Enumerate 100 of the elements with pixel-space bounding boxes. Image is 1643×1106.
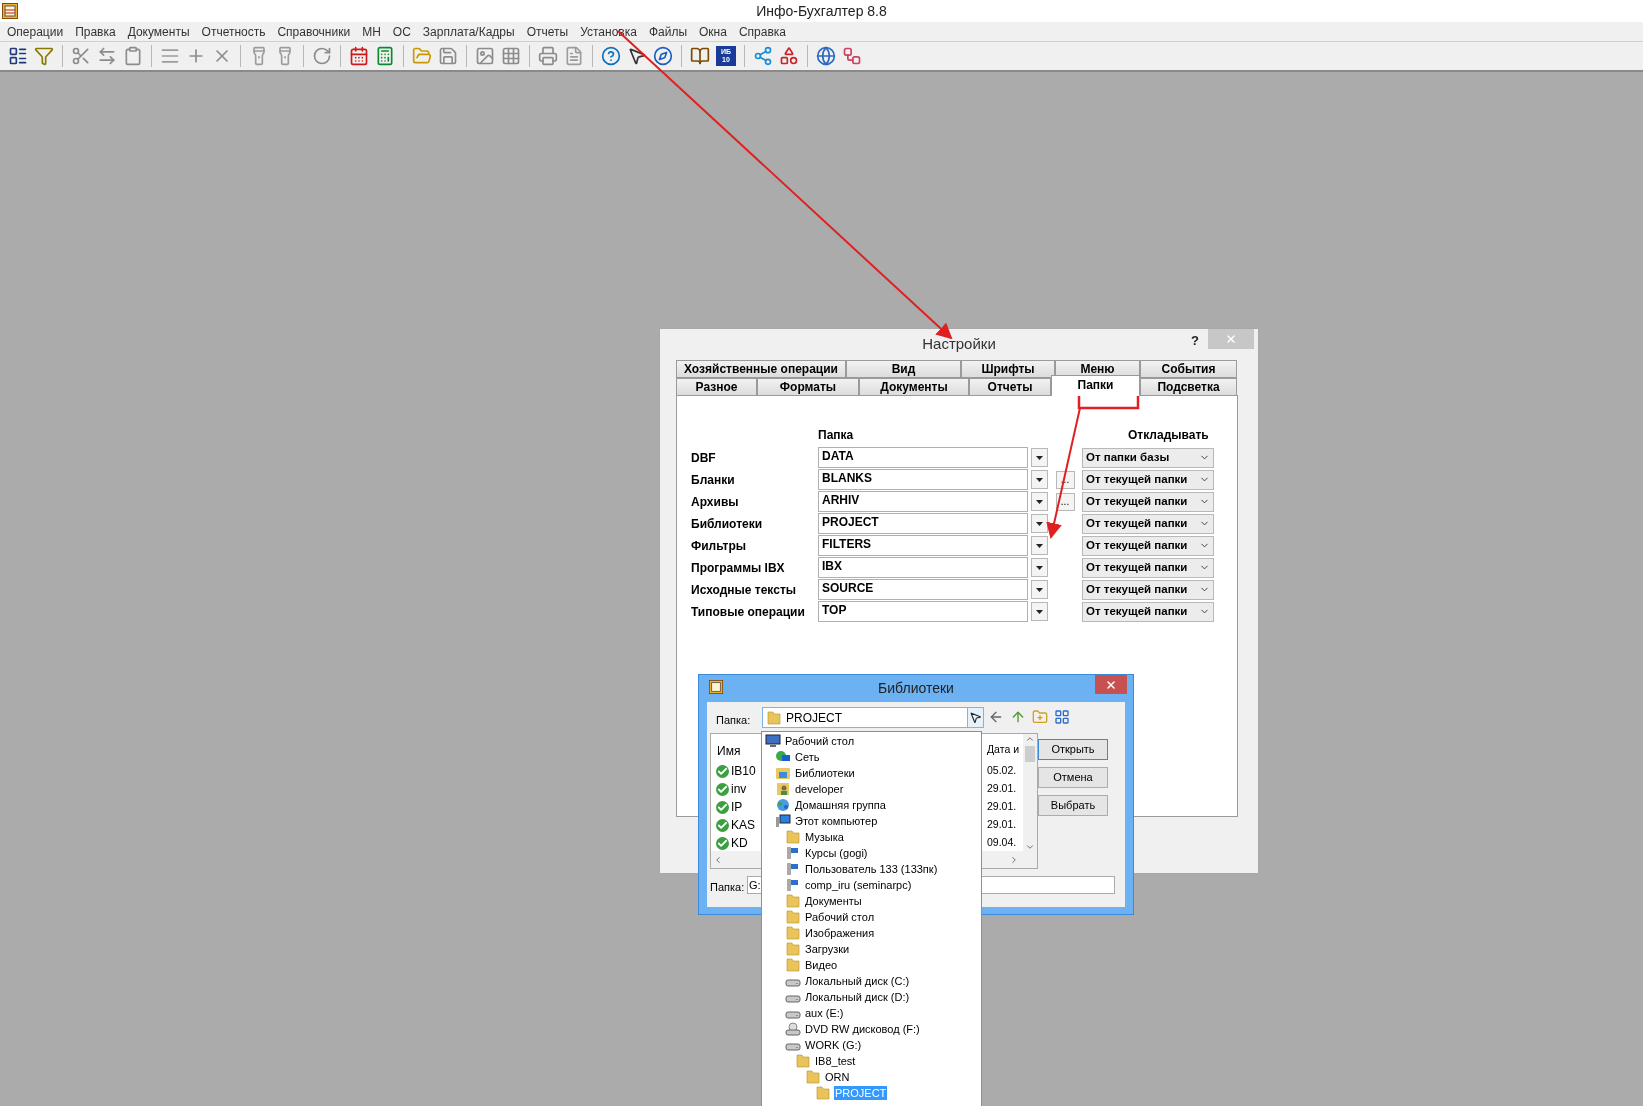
- calendar-icon[interactable]: [349, 46, 369, 66]
- folder-combobox[interactable]: PROJECT: [762, 707, 984, 728]
- dropdown-button[interactable]: [1031, 514, 1048, 533]
- up-folder-icon[interactable]: [1010, 709, 1026, 725]
- lines-icon[interactable]: [160, 46, 180, 66]
- defer-select[interactable]: От текущей папки: [1082, 469, 1214, 490]
- shapes-icon[interactable]: [779, 46, 799, 66]
- tab[interactable]: Форматы: [757, 378, 859, 396]
- defer-select[interactable]: От текущей папки: [1082, 557, 1214, 578]
- tree-item[interactable]: Пользователь 133 (133пк): [804, 862, 939, 876]
- file-name[interactable]: IP: [731, 798, 743, 816]
- scroll-left-icon[interactable]: [713, 854, 723, 865]
- document-icon[interactable]: [564, 46, 584, 66]
- filter-icon[interactable]: [34, 46, 54, 66]
- tree-item[interactable]: Документы: [804, 894, 863, 908]
- tab[interactable]: Разное: [676, 378, 757, 396]
- pointer-icon[interactable]: [627, 46, 647, 66]
- knot-icon[interactable]: [842, 46, 862, 66]
- scrollbar-thumb[interactable]: [1025, 746, 1035, 762]
- folder-field[interactable]: PROJECT: [818, 513, 1028, 534]
- clipboard-icon[interactable]: [123, 46, 143, 66]
- tree-item[interactable]: comp_iru (seminarpc): [804, 878, 913, 892]
- defer-select[interactable]: От текущей папки: [1082, 601, 1214, 622]
- scissors-icon[interactable]: [71, 46, 91, 66]
- help-icon[interactable]: [601, 46, 621, 66]
- tree-item[interactable]: ORN: [824, 1070, 851, 1084]
- save-icon[interactable]: [438, 46, 458, 66]
- tree-item[interactable]: Рабочий стол: [784, 734, 856, 748]
- globe-icon[interactable]: [816, 46, 836, 66]
- tree-item[interactable]: Этот компьютер: [794, 814, 879, 828]
- dropdown-button[interactable]: [1031, 470, 1048, 489]
- tree-item[interactable]: DVD RW дисковод (F:): [804, 1022, 921, 1036]
- defer-select[interactable]: От текущей папки: [1082, 491, 1214, 512]
- tree-item[interactable]: Изображения: [804, 926, 876, 940]
- menu-item[interactable]: Файлы: [642, 22, 693, 41]
- tree-item[interactable]: Домашняя группа: [794, 798, 887, 812]
- tree-item[interactable]: Локальный диск (D:): [804, 990, 911, 1004]
- defer-select[interactable]: От текущей папки: [1082, 579, 1214, 600]
- tree-item[interactable]: WORK (G:): [804, 1038, 863, 1052]
- dropdown-button[interactable]: [1031, 602, 1048, 621]
- file-name[interactable]: IB10: [731, 762, 756, 780]
- folder-field[interactable]: ARHIV: [818, 491, 1028, 512]
- scroll-right-icon[interactable]: [1009, 854, 1019, 865]
- tree-item[interactable]: Локальный диск (C:): [804, 974, 911, 988]
- menu-item[interactable]: МН: [356, 22, 387, 41]
- back-icon[interactable]: [988, 709, 1004, 725]
- tab[interactable]: Подсветка: [1140, 378, 1237, 396]
- tab[interactable]: Документы: [859, 378, 969, 396]
- menu-item[interactable]: Отчетность: [195, 22, 272, 41]
- close-button[interactable]: [1095, 675, 1127, 694]
- defer-select[interactable]: От текущей папки: [1082, 535, 1214, 556]
- tab[interactable]: Шрифты: [961, 360, 1055, 378]
- image-icon[interactable]: [475, 46, 495, 66]
- dropdown-button[interactable]: [1031, 536, 1048, 555]
- dialog-button[interactable]: Выбрать: [1038, 795, 1108, 816]
- menu-item[interactable]: Справочники: [271, 22, 357, 41]
- tree-item[interactable]: Загрузки: [804, 942, 851, 956]
- file-name[interactable]: KD: [731, 834, 748, 852]
- new-folder-icon[interactable]: [1032, 709, 1048, 725]
- file-name[interactable]: KAS: [731, 816, 755, 834]
- menu-item[interactable]: Справка: [732, 22, 792, 41]
- defer-select[interactable]: От текущей папки: [1082, 513, 1214, 534]
- tree-item[interactable]: Видео: [804, 958, 839, 972]
- dropdown-button[interactable]: [1031, 492, 1048, 511]
- menu-item[interactable]: ОС: [386, 22, 417, 41]
- folder-field[interactable]: FILTERS: [818, 535, 1028, 556]
- scroll-down-icon[interactable]: [1025, 842, 1035, 852]
- tab[interactable]: Хозяйственные операции: [676, 360, 846, 378]
- compass-icon[interactable]: [653, 46, 673, 66]
- tree-item[interactable]: Курсы (gogi): [804, 846, 869, 860]
- share-icon[interactable]: [753, 46, 773, 66]
- help-button[interactable]: ?: [1187, 331, 1203, 349]
- tab[interactable]: Отчеты: [969, 378, 1051, 396]
- scroll-up-icon[interactable]: [1025, 734, 1035, 744]
- menu-item[interactable]: Документы: [121, 22, 196, 41]
- folder-field[interactable]: DATA: [818, 447, 1028, 468]
- grid-icon[interactable]: [501, 46, 521, 66]
- menu-item[interactable]: Отчеты: [520, 22, 575, 41]
- file-name[interactable]: inv: [731, 780, 747, 798]
- menu-item[interactable]: Окна: [693, 22, 733, 41]
- folder-field[interactable]: IBX: [818, 557, 1028, 578]
- tree-item[interactable]: aux (E:): [804, 1006, 845, 1020]
- printer-icon[interactable]: [538, 46, 558, 66]
- folder-field[interactable]: SOURCE: [818, 579, 1028, 600]
- refresh-icon[interactable]: [312, 46, 332, 66]
- tab[interactable]: Папки: [1051, 375, 1140, 396]
- tree-item[interactable]: Сеть: [794, 750, 821, 764]
- defer-select[interactable]: От папки базы: [1082, 447, 1214, 468]
- calculator-icon[interactable]: [375, 46, 395, 66]
- tree-item[interactable]: Рабочий стол: [804, 910, 876, 924]
- tab[interactable]: Вид: [846, 360, 961, 378]
- tree-item[interactable]: Музыка: [804, 830, 845, 844]
- dropdown-button[interactable]: [1031, 448, 1048, 467]
- menu-item[interactable]: Установка: [574, 22, 643, 41]
- menu-item[interactable]: Операции: [1, 22, 70, 41]
- tree-item[interactable]: IB8_test: [814, 1054, 857, 1068]
- dropdown-button[interactable]: [1031, 580, 1048, 599]
- folder-field[interactable]: BLANKS: [818, 469, 1028, 490]
- folder-icon[interactable]: [412, 46, 432, 66]
- menu-item[interactable]: Зарплата/Кадры: [416, 22, 521, 41]
